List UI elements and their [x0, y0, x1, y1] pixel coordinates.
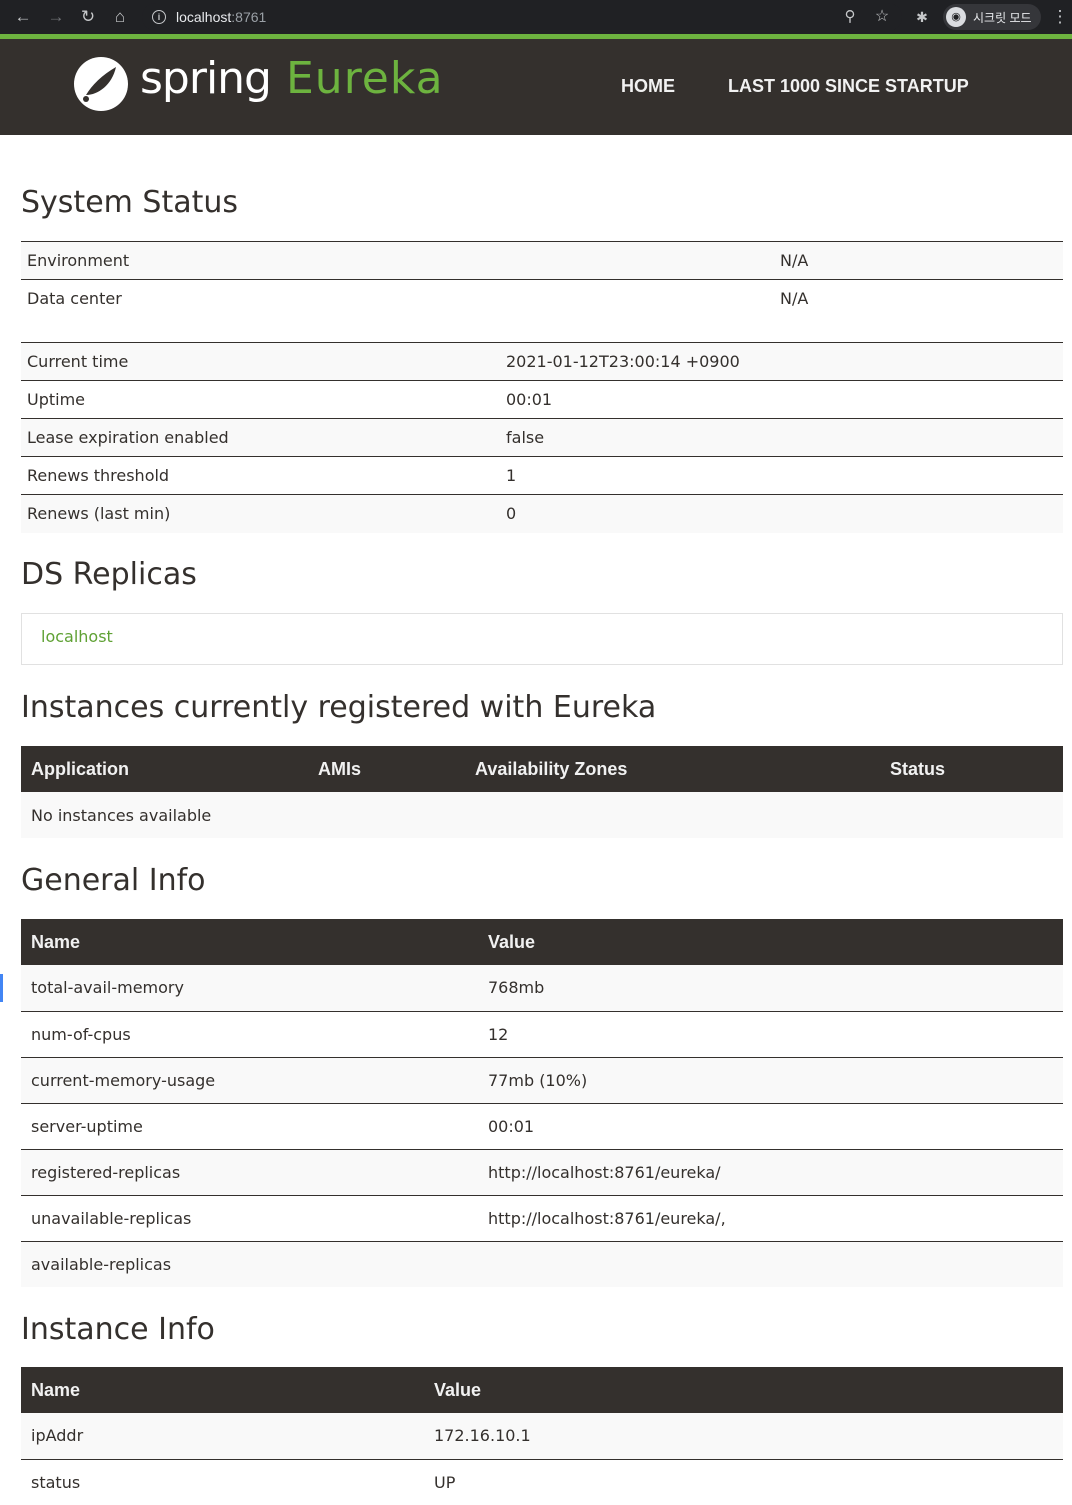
uptime-label: Uptime: [27, 390, 86, 409]
ds-replicas-list: localhost: [21, 613, 1063, 665]
no-instances-message: No instances available: [31, 805, 212, 825]
table-row: status UP: [21, 1459, 1063, 1505]
table-row: No instances available: [21, 792, 1063, 838]
nav-home-link[interactable]: HOME: [621, 76, 675, 97]
env-label: Environment: [27, 251, 130, 270]
back-arrow-icon[interactable]: ←: [10, 4, 36, 30]
general-info-heading: General Info: [21, 863, 206, 898]
info-name: current-memory-usage: [31, 1070, 216, 1090]
instances-table: Application AMIs Availability Zones Stat…: [21, 746, 1063, 838]
info-value: http://localhost:8761/eureka/,: [488, 1208, 726, 1228]
info-value: 00:01: [488, 1116, 535, 1136]
uptime-value: 00:01: [506, 390, 553, 409]
menu-kebab-icon[interactable]: ⋮: [1047, 4, 1072, 30]
reload-icon[interactable]: ↻: [75, 4, 101, 30]
lease-expiration-value: false: [506, 428, 545, 447]
incognito-label: 시크릿 모드: [973, 11, 1032, 25]
table-row: Uptime 00:01: [21, 380, 1063, 419]
system-status-env-table: Environment N/A Data center N/A: [21, 241, 1063, 318]
instance-name: status: [31, 1472, 81, 1492]
table-row: unavailable-replicas http://localhost:876…: [21, 1195, 1063, 1241]
browser-toolbar: ← → ↻ ⌂ i localhost:8761 ⚲ ☆ ✱ ◉ 시크릿 모드 …: [0, 0, 1072, 34]
table-row: Environment N/A: [21, 241, 1063, 280]
address-bar[interactable]: i localhost:8761: [142, 3, 902, 31]
nav-last-1000-link[interactable]: LAST 1000 SINCE STARTUP: [728, 76, 969, 97]
instance-value: 172.16.10.1: [434, 1426, 531, 1446]
info-value: 768mb: [488, 978, 545, 998]
incognito-icon: ◉: [946, 7, 966, 27]
current-time-label: Current time: [27, 352, 129, 371]
scroll-indicator: [0, 974, 3, 1002]
col-value: Value: [434, 1379, 482, 1400]
col-value: Value: [488, 931, 536, 952]
col-name: Name: [31, 931, 81, 952]
table-row: total-avail-memory 768mb: [21, 965, 1063, 1011]
table-row: ipAddr 172.16.10.1: [21, 1413, 1063, 1459]
table-row: Renews (last min) 0: [21, 494, 1063, 533]
table-header-row: Name Value: [21, 919, 1063, 965]
system-status-runtime-table: Current time 2021-01-12T23:00:14 +0900 U…: [21, 342, 1063, 533]
ds-replicas-heading: DS Replicas: [21, 557, 197, 592]
col-application: Application: [31, 758, 129, 779]
table-row: Current time 2021-01-12T23:00:14 +0900: [21, 342, 1063, 381]
site-header: spring Eureka HOME LAST 1000 SINCE START…: [0, 39, 1072, 135]
info-name: registered-replicas: [31, 1162, 181, 1182]
info-value: http://localhost:8761/eureka/: [488, 1162, 721, 1182]
datacenter-label: Data center: [27, 289, 122, 309]
url-host: localhost: [176, 9, 232, 25]
table-row: Renews threshold 1: [21, 456, 1063, 495]
incognito-badge[interactable]: ◉ 시크릿 모드: [943, 4, 1041, 30]
table-row: Data center N/A: [21, 279, 1063, 318]
info-name: available-replicas: [31, 1254, 172, 1274]
col-availability-zones: Availability Zones: [475, 758, 628, 779]
url-port: :8761: [231, 9, 267, 25]
datacenter-value: N/A: [780, 289, 809, 309]
info-name: total-avail-memory: [31, 978, 184, 998]
table-row: num-of-cpus 12: [21, 1011, 1063, 1057]
renews-last-min-label: Renews (last min): [27, 504, 171, 524]
logo-spring-text: spring: [140, 53, 272, 104]
info-value: [478, 1241, 1063, 1287]
zoom-icon[interactable]: ⚲: [837, 4, 863, 30]
table-row: current-memory-usage 77mb (10%): [21, 1057, 1063, 1103]
current-time-value: 2021-01-12T23:00:14 +0900: [506, 352, 740, 371]
col-status: Status: [890, 758, 946, 779]
spring-leaf-logo-icon[interactable]: [72, 55, 130, 113]
bookmark-star-icon[interactable]: ☆: [869, 4, 895, 30]
env-value: N/A: [780, 251, 809, 270]
table-header-row: Application AMIs Availability Zones Stat…: [21, 746, 1063, 792]
replica-link-localhost[interactable]: localhost: [41, 627, 113, 646]
url-text[interactable]: localhost:8761: [176, 9, 266, 25]
home-icon[interactable]: ⌂: [107, 4, 133, 30]
forward-arrow-icon[interactable]: →: [43, 4, 69, 30]
renews-last-min-value: 0: [506, 504, 517, 524]
system-status-heading: System Status: [21, 185, 239, 220]
table-header-row: Name Value: [21, 1367, 1063, 1413]
info-name: server-uptime: [31, 1116, 143, 1136]
renews-threshold-value: 1: [506, 466, 517, 485]
logo-eureka-text: Eureka: [286, 53, 444, 104]
site-info-icon[interactable]: i: [152, 10, 166, 24]
info-value: 77mb (10%): [488, 1070, 588, 1090]
lease-expiration-label: Lease expiration enabled: [27, 428, 229, 447]
instance-info-table: Name Value ipAddr 172.16.10.1 status UP: [21, 1367, 1063, 1505]
instance-info-heading: Instance Info: [21, 1312, 215, 1347]
col-name: Name: [31, 1379, 81, 1400]
table-row: available-replicas: [21, 1241, 1063, 1287]
info-name: unavailable-replicas: [31, 1208, 192, 1228]
col-amis: AMIs: [318, 758, 362, 779]
renews-threshold-label: Renews threshold: [27, 466, 170, 485]
info-name: num-of-cpus: [31, 1024, 131, 1044]
instance-value: UP: [434, 1472, 456, 1492]
instances-heading: Instances currently registered with Eure…: [21, 690, 657, 725]
table-row: Lease expiration enabled false: [21, 418, 1063, 457]
instance-name: ipAddr: [31, 1426, 84, 1446]
table-row: registered-replicas http://localhost:8761…: [21, 1149, 1063, 1195]
extensions-puzzle-icon[interactable]: ✱: [909, 4, 935, 30]
general-info-table: Name Value total-avail-memory 768mb num-o…: [21, 919, 1063, 1287]
info-value: 12: [488, 1024, 509, 1044]
table-row: server-uptime 00:01: [21, 1103, 1063, 1149]
